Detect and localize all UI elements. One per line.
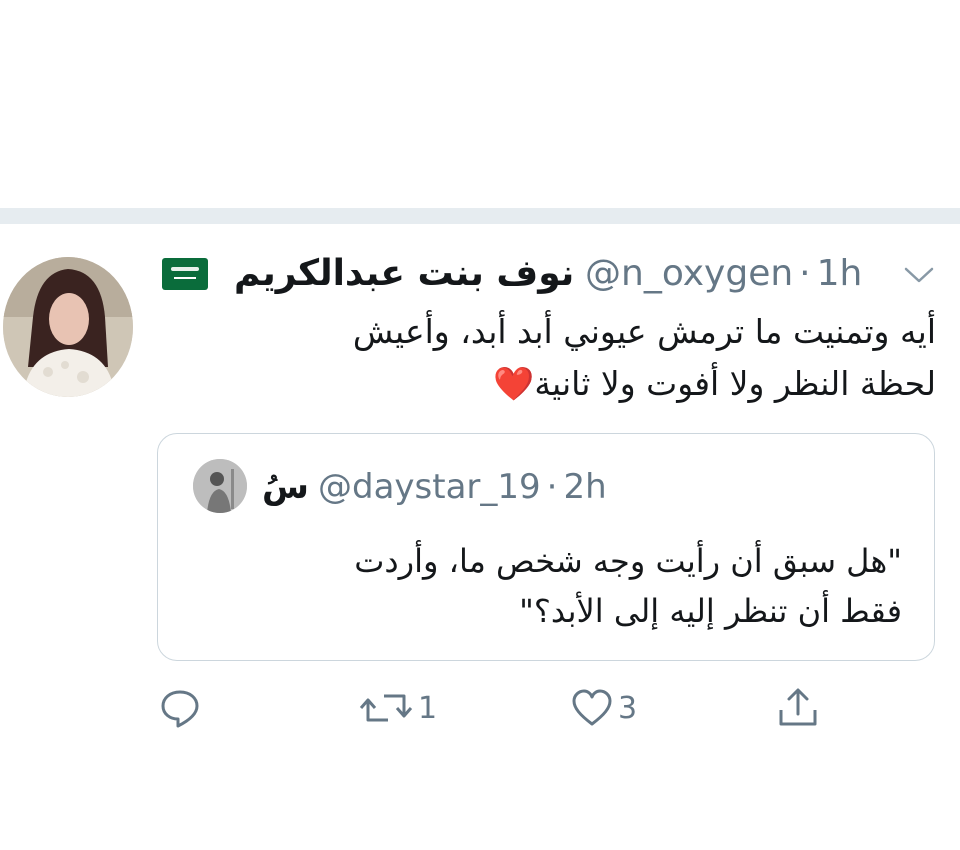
share-button[interactable] (776, 680, 820, 736)
chevron-down-icon[interactable] (902, 264, 936, 286)
quoted-text-line: فقط أن تنظر إليه إلى الأبد؟" (519, 592, 902, 630)
quoted-avatar (193, 459, 247, 513)
tweet-time[interactable]: 1h (817, 253, 863, 294)
heart-icon (572, 689, 612, 726)
section-divider (0, 208, 960, 224)
quoted-tweet[interactable]: سُ @daystar_19 · 2h "هل سبق أن رأيت وجه شخ… (157, 433, 935, 661)
saudi-flag-icon (162, 258, 208, 290)
reply-icon (161, 690, 199, 728)
quoted-handle: @daystar_19 (318, 467, 541, 507)
tweet-text-line: أيه وتمنيت ما ترمش عيوني أبد أبد، وأعيش (352, 312, 936, 351)
quoted-author-name: سُ (262, 467, 309, 507)
tweet-actions: 1 3 (0, 680, 960, 736)
author-name[interactable]: نوف بنت عبدالكريم (234, 252, 574, 296)
tweet-text-line: لحظة النظر ولا أفوت ولا ثانية (534, 364, 936, 403)
retweet-button[interactable]: 1 (358, 680, 437, 736)
meta-separator: · (546, 467, 558, 507)
quoted-text-line: "هل سبق أن رأيت وجه شخص ما، وأردت (354, 542, 902, 580)
tweet-meta: @n_oxygen · 1h (585, 252, 862, 296)
profile-photo (3, 257, 133, 397)
retweet-count: 1 (418, 690, 438, 726)
quoted-time: 2h (563, 467, 607, 507)
quoted-body: "هل سبق أن رأيت وجه شخص ما، وأردت فقط أن… (202, 536, 902, 636)
tweet-header: نوف بنت عبدالكريم @n_oxygen · 1h (150, 252, 950, 296)
meta-separator: · (799, 253, 811, 294)
like-count: 3 (618, 690, 638, 726)
avatar[interactable] (3, 257, 133, 397)
retweet-icon (359, 694, 413, 722)
share-icon (779, 688, 817, 726)
like-button[interactable]: 3 (570, 680, 637, 736)
tweet-body: أيه وتمنيت ما ترمش عيوني أبد أبد، وأعيش … (216, 306, 936, 410)
author-handle[interactable]: @n_oxygen (585, 253, 793, 294)
quoted-meta: @daystar_19 · 2h (318, 464, 607, 510)
red-heart-emoji: ❤️ (493, 364, 535, 403)
reply-button[interactable] (158, 680, 202, 736)
